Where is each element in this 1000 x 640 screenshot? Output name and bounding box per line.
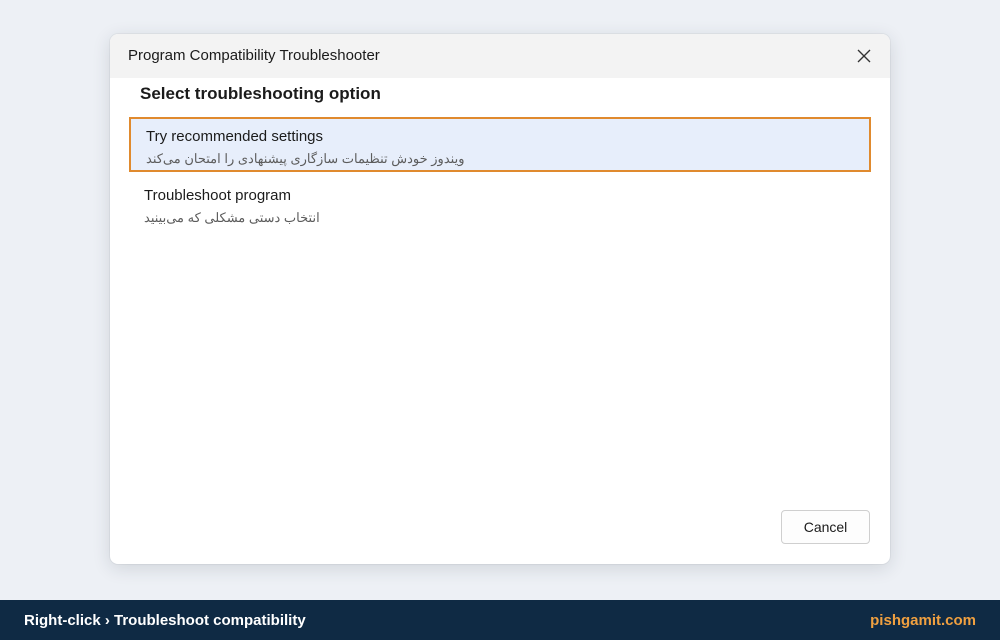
option-title: Try recommended settings (146, 128, 324, 145)
option-troubleshoot-program[interactable]: Troubleshoot program انتخاب دستی مشکلی ک… (129, 177, 871, 232)
option-try-recommended-settings[interactable]: Try recommended settings ویندوز خودش تنظ… (129, 117, 871, 172)
cancel-button[interactable]: Cancel (781, 510, 870, 544)
option-title: Troubleshoot program (144, 187, 292, 204)
section-heading: Select troubleshooting option (140, 84, 381, 103)
footer-caption: Right-click › Troubleshoot compatibility (24, 612, 306, 629)
option-description: انتخاب دستی مشکلی که می‌بینید (144, 210, 320, 225)
troubleshooter-dialog: Program Compatibility Troubleshooter Sel… (110, 34, 890, 564)
close-button[interactable] (850, 42, 878, 70)
close-icon (857, 49, 871, 63)
dialog-title: Program Compatibility Troubleshooter (128, 47, 380, 64)
option-description: ویندوز خودش تنظیمات سازگاری پیشنهادی را … (146, 151, 465, 166)
title-bar: Program Compatibility Troubleshooter (110, 34, 890, 78)
caption-footer: Right-click › Troubleshoot compatibility… (0, 600, 1000, 640)
brand-label: pishgamit.com (870, 612, 976, 629)
